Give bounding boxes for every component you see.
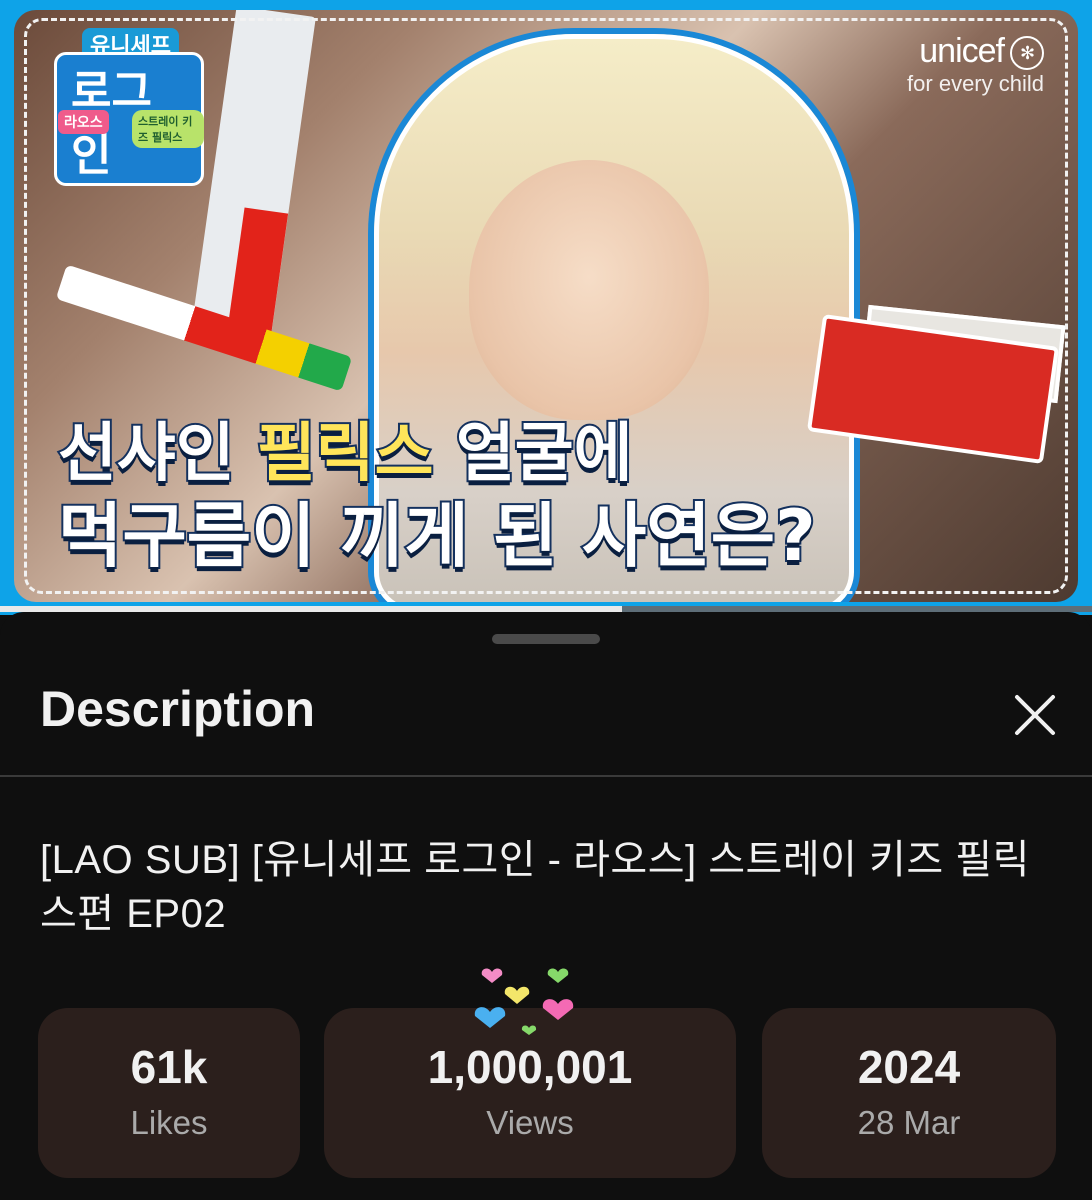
close-button[interactable]: [1008, 688, 1062, 742]
globe-icon: ✻: [1010, 36, 1044, 71]
divider: [0, 775, 1092, 777]
person-face: [469, 160, 709, 420]
views-label: Views: [486, 1104, 574, 1141]
heart-pink-small-icon: [481, 968, 503, 983]
likes-stat: 61k Likes: [38, 1008, 300, 1178]
heart-pink-large-icon: [542, 999, 574, 1020]
hearts-sticker-icon: [474, 968, 574, 1035]
video-title: [LAO SUB] [유니세프 로그인 - 라오스] 스트레이 키즈 필릭스편 …: [40, 838, 1030, 936]
upload-year: 2024: [857, 1041, 961, 1093]
heart-yellow-icon: [504, 986, 530, 1004]
heart-green-small-icon: [547, 968, 569, 983]
caption-line2: 먹구름이 끼게 된 사연은?: [56, 493, 818, 579]
country-tag: 라오스: [58, 110, 109, 134]
description-sheet: Description [LAO SUB] [유니세프 로그인 - 라오스] 스…: [0, 612, 1092, 1200]
heart-blue-icon: [474, 1007, 506, 1028]
close-icon: [1015, 695, 1055, 735]
guest-tag: 스트레이 키즈 필릭스: [132, 110, 204, 148]
video-player[interactable]: 유니세프 로그인 라오스 스트레이 키즈 필릭스 unicef ✻ for eve…: [0, 0, 1092, 615]
upload-date: 28 Mar: [857, 1104, 961, 1141]
unicef-name: unicef: [919, 32, 1005, 70]
views-count: 1,000,001: [427, 1041, 633, 1093]
unicef-tagline: for every child: [907, 71, 1044, 96]
likes-label: Likes: [130, 1104, 208, 1141]
heart-green-tiny-icon: [521, 1025, 537, 1035]
video-thumbnail[interactable]: 유니세프 로그인 라오스 스트레이 키즈 필릭스 unicef ✻ for eve…: [14, 10, 1078, 602]
likes-count: 61k: [130, 1041, 208, 1093]
show-logo: 유니세프 로그인 라오스 스트레이 키즈 필릭스: [44, 28, 204, 186]
unicef-logo: unicef ✻ for every child: [907, 32, 1044, 97]
sheet-title: Description: [40, 681, 316, 737]
drag-handle[interactable]: [492, 634, 600, 644]
date-stat: 2024 28 Mar: [762, 1008, 1056, 1178]
